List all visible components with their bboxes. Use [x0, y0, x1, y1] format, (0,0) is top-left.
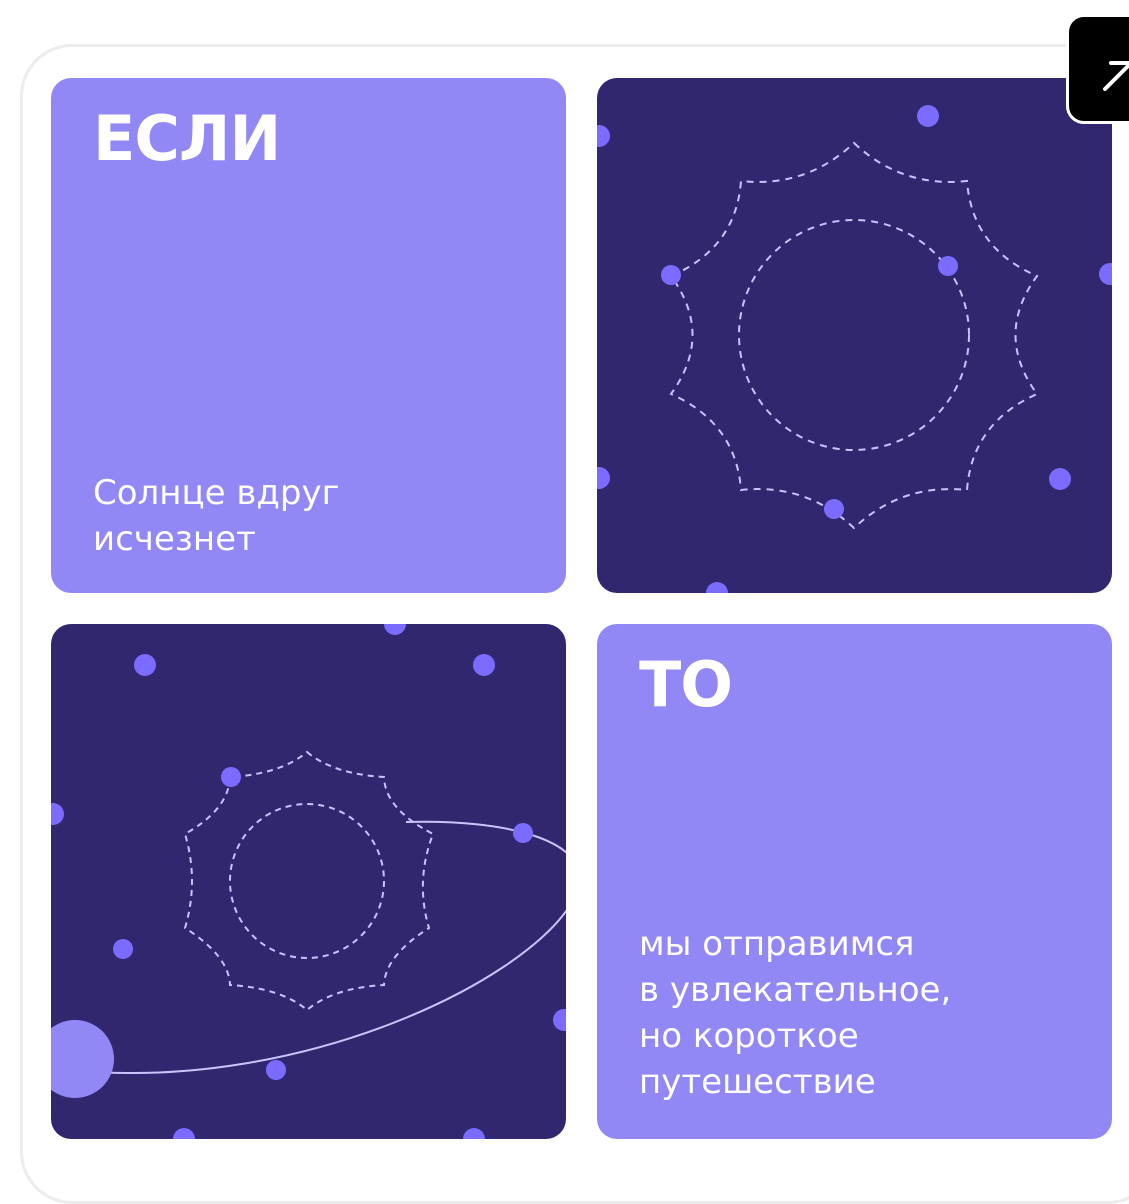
orbit-path [80, 820, 566, 1075]
sun-rays-outline [183, 750, 435, 1012]
star-dot [173, 1128, 195, 1139]
star-dot [824, 499, 844, 519]
star-dot [473, 654, 495, 676]
star-dot [661, 265, 681, 285]
star-dot [938, 256, 958, 276]
star-dot [706, 582, 728, 593]
then-tile: ТО мы отправимся в увлекательное, но кор… [597, 624, 1112, 1139]
arrow-up-right-icon [1103, 61, 1129, 91]
orbit-illustration [51, 624, 566, 1139]
then-heading: ТО [639, 648, 733, 721]
star-dot [553, 1009, 566, 1031]
star-dot [134, 654, 156, 676]
sun-rays-outline [669, 141, 1039, 530]
star-dot [266, 1060, 286, 1080]
star-dot [597, 125, 610, 147]
if-heading: ЕСЛИ [93, 102, 281, 175]
sun-illustration [597, 105, 1112, 593]
star-dot [113, 939, 133, 959]
star-dot [917, 105, 939, 127]
star-dot [513, 823, 533, 843]
star-dot [221, 767, 241, 787]
star-dot [597, 467, 610, 489]
star-dot [1099, 263, 1112, 285]
if-caption: Солнце вдруг исчезнет [93, 473, 340, 559]
then-caption: мы отправимся в увлекательное, но коротк… [639, 924, 952, 1102]
star-dot [51, 803, 64, 825]
planet [51, 1020, 114, 1098]
star-dot [1049, 468, 1071, 490]
star-dot [384, 624, 406, 635]
sun-illustration-tile [597, 78, 1112, 593]
star-dot [463, 1128, 485, 1139]
sun-core-outline [229, 803, 385, 959]
expand-button[interactable] [1066, 14, 1129, 124]
orbit-illustration-tile [51, 624, 566, 1139]
sun-core-outline [738, 219, 970, 451]
if-tile: ЕСЛИ Солнце вдруг исчезнет [51, 78, 566, 593]
